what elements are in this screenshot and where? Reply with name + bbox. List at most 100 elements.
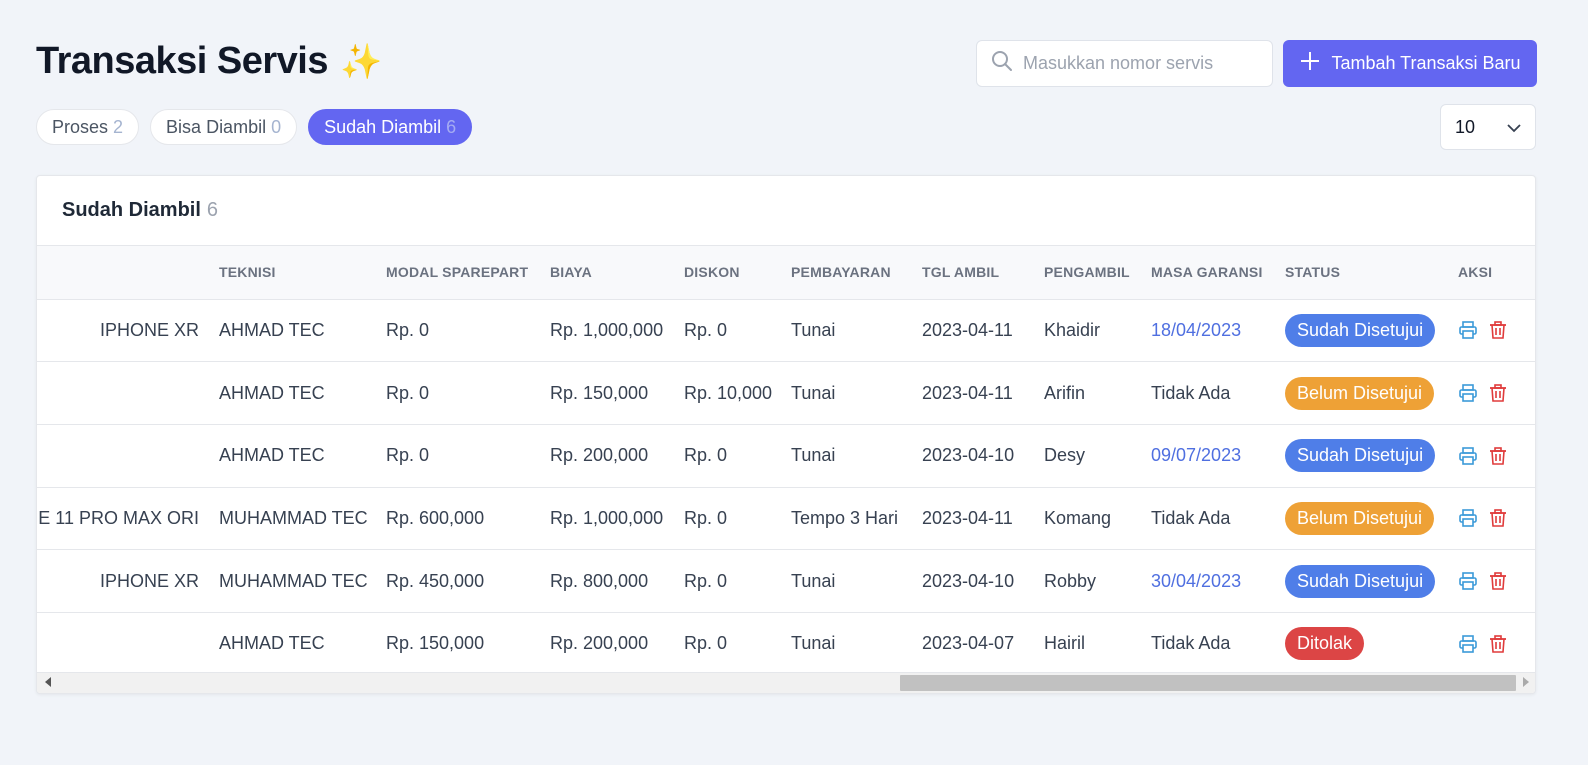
scroll-left-arrow[interactable] [45,677,51,687]
status-badge: Sudah Disetujui [1285,564,1436,598]
status-badge: Belum Disetujui [1285,501,1435,535]
trash-icon[interactable] [1488,320,1508,340]
horizontal-scrollbar[interactable] [37,672,1535,693]
cell-pembayaran: Tunai [791,361,922,425]
cell-device [37,361,219,425]
table-header-row: TEKNISI MODAL SPAREPART BIAYA DISKON PEMBAYA… [37,246,1535,300]
scroll-right-arrow[interactable] [1523,677,1529,687]
row-actions [1458,383,1535,403]
trash-icon[interactable] [1488,571,1508,591]
cell-garansi: 09/07/2023 [1151,424,1285,488]
cell-status: Belum Disetujui [1285,487,1458,551]
status-badge: Belum Disetujui [1285,376,1435,410]
cell-pengambil: Komang [1044,487,1151,551]
table-row: IPHONE 11 PRO MAX ORIMUHAMMAD TECRp. 600… [37,487,1535,551]
cell-modal: Rp. 0 [386,299,550,363]
cell-pengambil: Khaidir [1044,299,1151,363]
table-row: AHMAD TEC Rp. 150,000 Rp. 200,000 Rp. 0 Tuna… [37,612,1535,674]
card-title: Sudah Diambil [62,199,201,221]
cell-modal: Rp. 150,000 [386,612,550,674]
column-header: PEMBAYARAN [791,246,922,300]
sparkle-icon: ✨ [340,42,382,81]
cell-garansi: Tidak Ada [1151,612,1285,674]
column-header: MODAL SPAREPART [386,246,550,300]
table-row: AHMAD TEC Rp. 0 Rp. 150,000 Rp. 10,000 Tunai… [37,361,1535,425]
cell-pembayaran: Tempo 3 Hari [791,487,922,551]
printer-icon[interactable] [1458,634,1478,654]
row-actions [1458,571,1535,591]
column-header: BIAYA [550,246,684,300]
trash-icon[interactable] [1488,383,1508,403]
tab-bisa-diambil[interactable]: Bisa Diambil 0 [150,109,298,145]
cell-garansi: Tidak Ada [1151,487,1285,551]
column-header: AKSI [1458,246,1535,300]
cell-status: Ditolak [1285,612,1458,674]
cell-device [37,424,219,488]
add-transaction-button[interactable]: Tambah Transaksi Baru [1283,40,1537,87]
cell-teknisi: AHMAD TEC [219,299,386,363]
printer-icon[interactable] [1458,508,1478,528]
cell-diskon: Rp. 0 [684,549,791,613]
column-header: STATUS [1285,246,1458,300]
cell-teknisi: MUHAMMAD TEC [219,549,386,613]
cell-tgl_ambil: 2023-04-10 [922,549,1044,613]
column-header: PENGAMBIL [1044,246,1151,300]
cell-biaya: Rp. 200,000 [550,424,684,488]
column-header: TEKNISI [219,246,386,300]
per-page-value: 10 [1455,116,1476,137]
search-input[interactable] [1023,53,1253,74]
tab-sudah-diambil[interactable]: Sudah Diambil 6 [308,109,473,145]
cell-diskon: Rp. 0 [684,487,791,551]
cell-actions [1458,299,1535,363]
column-header: DISKON [684,246,791,300]
trash-icon[interactable] [1488,508,1508,528]
cell-pengambil: Robby [1044,549,1151,613]
cell-actions [1458,361,1535,425]
cell-status: Belum Disetujui [1285,361,1458,425]
column-header: MASA GARANSI [1151,246,1285,300]
trash-icon[interactable] [1488,634,1508,654]
tab-count: 0 [271,116,282,137]
cell-actions [1458,549,1535,613]
row-actions [1458,508,1535,528]
cell-tgl_ambil: 2023-04-11 [922,487,1044,551]
search-box[interactable] [976,40,1273,87]
cell-diskon: Rp. 0 [684,424,791,488]
cell-device [37,612,219,674]
cell-modal: Rp. 0 [386,361,550,425]
tab-proses[interactable]: Proses 2 [36,109,140,145]
printer-icon[interactable] [1458,571,1478,591]
cell-pengambil: Arifin [1044,361,1151,425]
table-row: AHMAD TEC Rp. 0 Rp. 200,000 Rp. 0 Tunai 2023-… [37,424,1535,488]
card-count: 6 [206,199,219,221]
cell-device: IPHONE XR [37,549,219,613]
cell-diskon: Rp. 0 [684,299,791,363]
table-viewport[interactable]: TEKNISI MODAL SPAREPART BIAYA DISKON PEMBAYA… [37,246,1535,674]
scroll-thumb[interactable] [900,675,1516,691]
per-page-select[interactable]: 10 [1440,104,1536,150]
cell-pembayaran: Tunai [791,299,922,363]
plus-icon [1299,50,1321,77]
printer-icon[interactable] [1458,446,1478,466]
cell-actions [1458,487,1535,551]
trash-icon[interactable] [1488,446,1508,466]
cell-garansi: 30/04/2023 [1151,549,1285,613]
chevron-down-icon [1507,117,1521,138]
column-header [37,246,219,300]
cell-pembayaran: Tunai [791,549,922,613]
table-body: IPHONE XR AHMAD TEC Rp. 0 Rp. 1,000,000 Rp. … [37,299,1535,674]
column-header: TGL AMBIL [922,246,1044,300]
cell-tgl_ambil: 2023-04-10 [922,424,1044,488]
cell-teknisi: AHMAD TEC [219,424,386,488]
cell-biaya: Rp. 200,000 [550,612,684,674]
row-actions [1458,320,1535,340]
cell-status: Sudah Disetujui [1285,424,1458,488]
cell-teknisi: AHMAD TEC [219,612,386,674]
printer-icon[interactable] [1458,383,1478,403]
printer-icon[interactable] [1458,320,1478,340]
tab-count: 6 [446,116,457,137]
status-badge: Sudah Disetujui [1285,439,1436,473]
row-actions [1458,446,1535,466]
cell-modal: Rp. 450,000 [386,549,550,613]
cell-pembayaran: Tunai [791,424,922,488]
